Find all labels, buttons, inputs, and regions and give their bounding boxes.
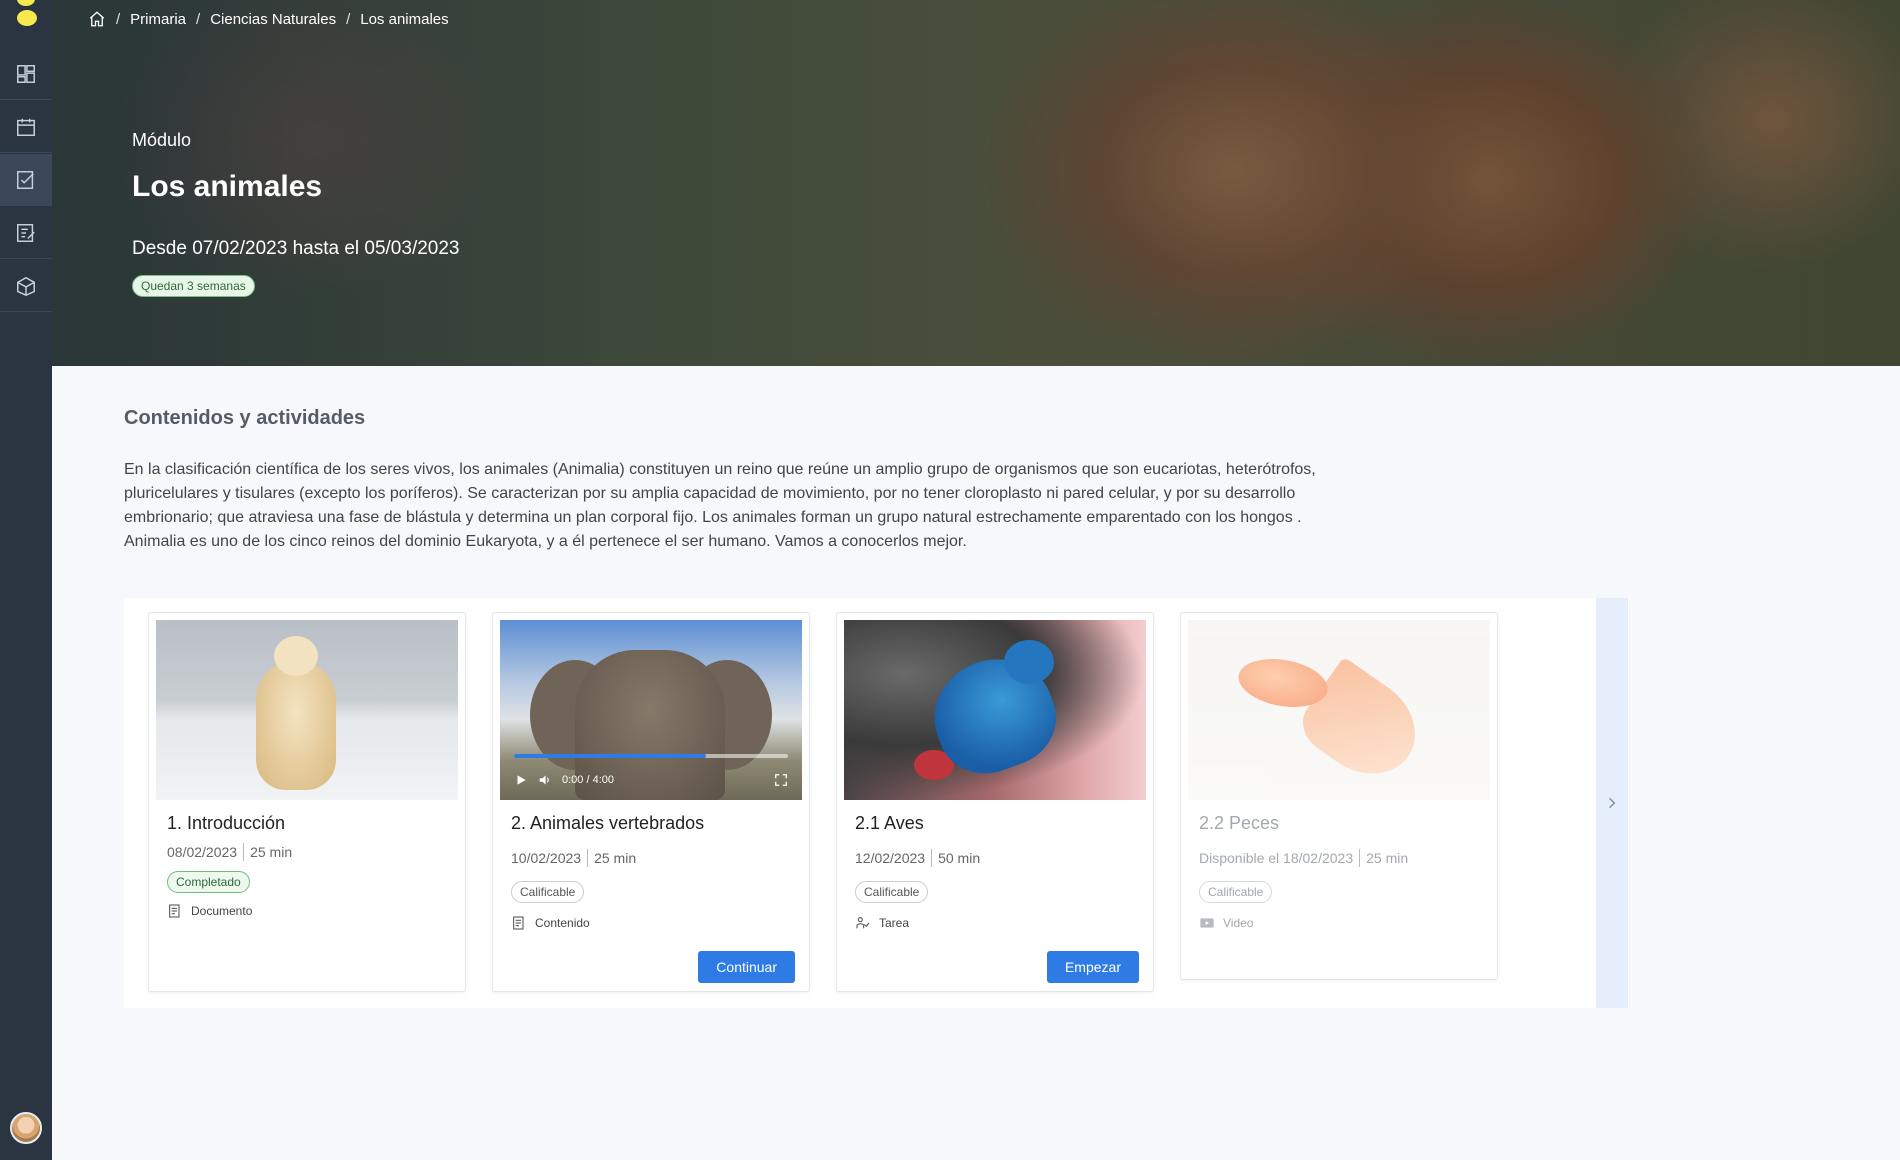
- volume-icon[interactable]: [538, 773, 552, 787]
- status-badge: Calificable: [511, 881, 585, 903]
- play-icon[interactable]: [514, 773, 528, 787]
- chevron-right-icon: [1609, 797, 1616, 809]
- card-image: [1188, 620, 1490, 800]
- card-type-label: Contenido: [535, 916, 590, 930]
- grades-icon: [17, 223, 35, 242]
- breadcrumb: / Primaria / Ciencias Naturales / Los an…: [88, 10, 449, 28]
- fullscreen-icon[interactable]: [774, 773, 788, 787]
- breadcrumb-separator: /: [346, 10, 351, 28]
- module-dates: Desde 07/02/2023 hasta el 05/03/2023: [132, 238, 460, 259]
- card-type: Contenido: [511, 915, 590, 931]
- card-date: 10/02/2023: [511, 850, 582, 866]
- module-hero: / Primaria / Ciencias Naturales / Los an…: [52, 0, 1900, 366]
- card-image: [844, 620, 1146, 800]
- sidebar-item-grades[interactable]: [0, 207, 52, 259]
- breadcrumb-item-current: Los animales: [360, 10, 449, 28]
- card-meta: 08/02/2023 25 min: [167, 843, 292, 861]
- breadcrumb-separator: /: [116, 10, 121, 28]
- video-time: 0:00 / 4:00: [562, 774, 614, 786]
- card-type-label: Documento: [191, 904, 253, 918]
- breadcrumb-item[interactable]: Primaria: [130, 11, 186, 28]
- section-title: Contenidos y actividades: [124, 407, 366, 429]
- status-badge: Calificable: [855, 881, 929, 903]
- card-type-label: Tarea: [879, 916, 910, 930]
- status-badge: Completado: [167, 871, 250, 893]
- sidebar-item-calendar[interactable]: [0, 101, 52, 153]
- activity-card[interactable]: 0:00 / 4:00 2. Animales vertebrados 10/0…: [492, 612, 810, 992]
- card-duration: 25 min: [1366, 850, 1409, 866]
- video-controls: 0:00 / 4:00: [514, 770, 788, 790]
- logo[interactable]: [15, 0, 37, 28]
- avatar[interactable]: [10, 1112, 42, 1144]
- breadcrumb-separator: /: [196, 10, 201, 28]
- sidebar-item-dashboard[interactable]: [0, 48, 52, 100]
- video-progress-bar[interactable]: [514, 754, 788, 758]
- card-title: 2.2 Peces: [1199, 813, 1280, 833]
- carousel-next-button[interactable]: [1596, 598, 1628, 1008]
- continue-button[interactable]: Continuar: [698, 951, 795, 983]
- module-label: Módulo: [132, 130, 192, 150]
- home-icon[interactable]: [88, 10, 106, 28]
- task-icon: [856, 917, 870, 929]
- card-date: 12/02/2023: [855, 850, 926, 866]
- page-title: Los animales: [132, 170, 323, 203]
- card-meta: 10/02/2023 25 min: [511, 849, 636, 867]
- card-type-label: Video: [1223, 916, 1254, 930]
- card-title: 1. Introducción: [167, 813, 286, 833]
- sidebar-item-resources[interactable]: [0, 260, 52, 312]
- card-type: Tarea: [855, 915, 909, 931]
- sidebar: [0, 0, 52, 1160]
- status-badge: Calificable: [1199, 881, 1273, 903]
- card-type: Documento: [167, 903, 252, 919]
- card-title: 2.1 Aves: [855, 813, 924, 833]
- card-title: 2. Animales vertebrados: [511, 813, 705, 833]
- card-date: 08/02/2023: [167, 844, 238, 860]
- card-meta: Disponible el 18/02/2023 25 min: [1199, 849, 1408, 867]
- dashboard-icon: [17, 64, 35, 83]
- calendar-icon: [17, 118, 35, 136]
- module-description: En la clasificación científica de los se…: [124, 461, 1316, 550]
- card-duration: 50 min: [938, 850, 981, 866]
- time-remaining-badge: Quedan 3 semanas: [132, 275, 255, 297]
- content-icon: [513, 916, 524, 930]
- activity-card-locked: 2.2 Peces Disponible el 18/02/2023 25 mi…: [1180, 612, 1498, 980]
- activity-card[interactable]: 2.1 Aves 12/02/2023 50 min Calificable T…: [836, 612, 1154, 992]
- card-type: Video: [1199, 915, 1253, 931]
- card-date: Disponible el 18/02/2023: [1199, 850, 1354, 866]
- start-button[interactable]: Empezar: [1046, 951, 1139, 983]
- box-icon: [17, 276, 35, 296]
- video-icon: [1200, 918, 1214, 928]
- document-icon: [169, 904, 180, 918]
- card-duration: 25 min: [594, 850, 637, 866]
- tasks-icon: [17, 170, 34, 189]
- card-video[interactable]: 0:00 / 4:00: [500, 620, 802, 800]
- activity-card[interactable]: 1. Introducción 08/02/2023 25 min Comple…: [148, 612, 466, 992]
- breadcrumb-item[interactable]: Ciencias Naturales: [210, 11, 336, 28]
- sidebar-item-tasks[interactable]: [0, 154, 52, 206]
- card-image: [156, 620, 458, 800]
- card-meta: 12/02/2023 50 min: [855, 849, 980, 867]
- card-duration: 25 min: [250, 844, 293, 860]
